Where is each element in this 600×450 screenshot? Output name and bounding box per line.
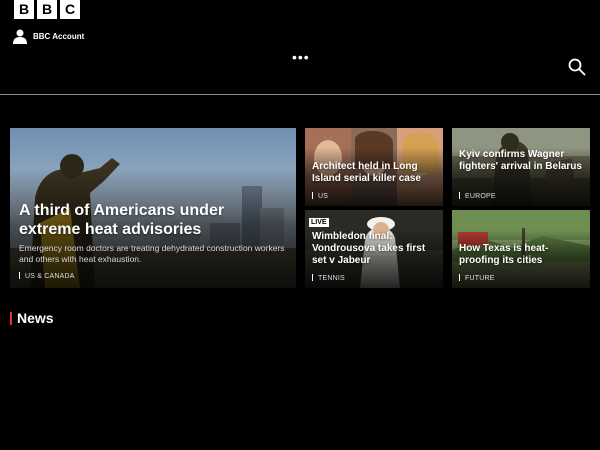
section-tag[interactable]: TENNIS <box>312 274 345 282</box>
section-tag[interactable]: US <box>312 192 328 200</box>
logo-letter: B <box>37 0 57 19</box>
summary: Emergency room doctors are treating dehy… <box>19 243 285 264</box>
story-card[interactable]: Kyiv confirms Wagner fighters' arrival i… <box>452 128 590 206</box>
more-icon: ••• <box>292 49 310 65</box>
account-link[interactable]: BBC Account <box>13 29 84 44</box>
headline[interactable]: Architect held in Long Island serial kil… <box>312 161 440 185</box>
headline[interactable]: A third of Americans under extreme heat … <box>19 201 269 239</box>
logo-letter: B <box>14 0 34 19</box>
top-story-card[interactable]: A third of Americans under extreme heat … <box>10 128 296 288</box>
news-section-header[interactable]: News <box>10 310 54 326</box>
more-menu-button[interactable]: ••• <box>292 50 310 64</box>
headline[interactable]: Kyiv confirms Wagner fighters' arrival i… <box>459 149 587 173</box>
section-accent-bar <box>10 311 12 325</box>
logo-letter: C <box>60 0 80 19</box>
story-card[interactable]: Architect held in Long Island serial kil… <box>305 128 443 206</box>
live-badge: LIVE <box>309 218 329 227</box>
section-tag[interactable]: EUROPE <box>459 192 496 200</box>
headline[interactable]: Wimbledon final: Vondrousova takes first… <box>312 231 440 267</box>
user-icon <box>13 29 27 44</box>
section-tag[interactable]: FUTURE <box>459 274 495 282</box>
section-title: News <box>17 310 54 326</box>
headline[interactable]: How Texas is heat-proofing its cities <box>459 243 587 267</box>
bbc-logo[interactable]: B B C <box>14 0 80 19</box>
story-card[interactable]: LIVE Wimbledon final: Vondrousova takes … <box>305 210 443 288</box>
search-button[interactable] <box>568 58 586 81</box>
story-card[interactable]: How Texas is heat-proofing its cities FU… <box>452 210 590 288</box>
section-tag[interactable]: US & CANADA <box>19 272 75 280</box>
header-divider <box>0 94 600 95</box>
search-icon <box>568 58 586 76</box>
account-label: BBC Account <box>33 32 85 41</box>
